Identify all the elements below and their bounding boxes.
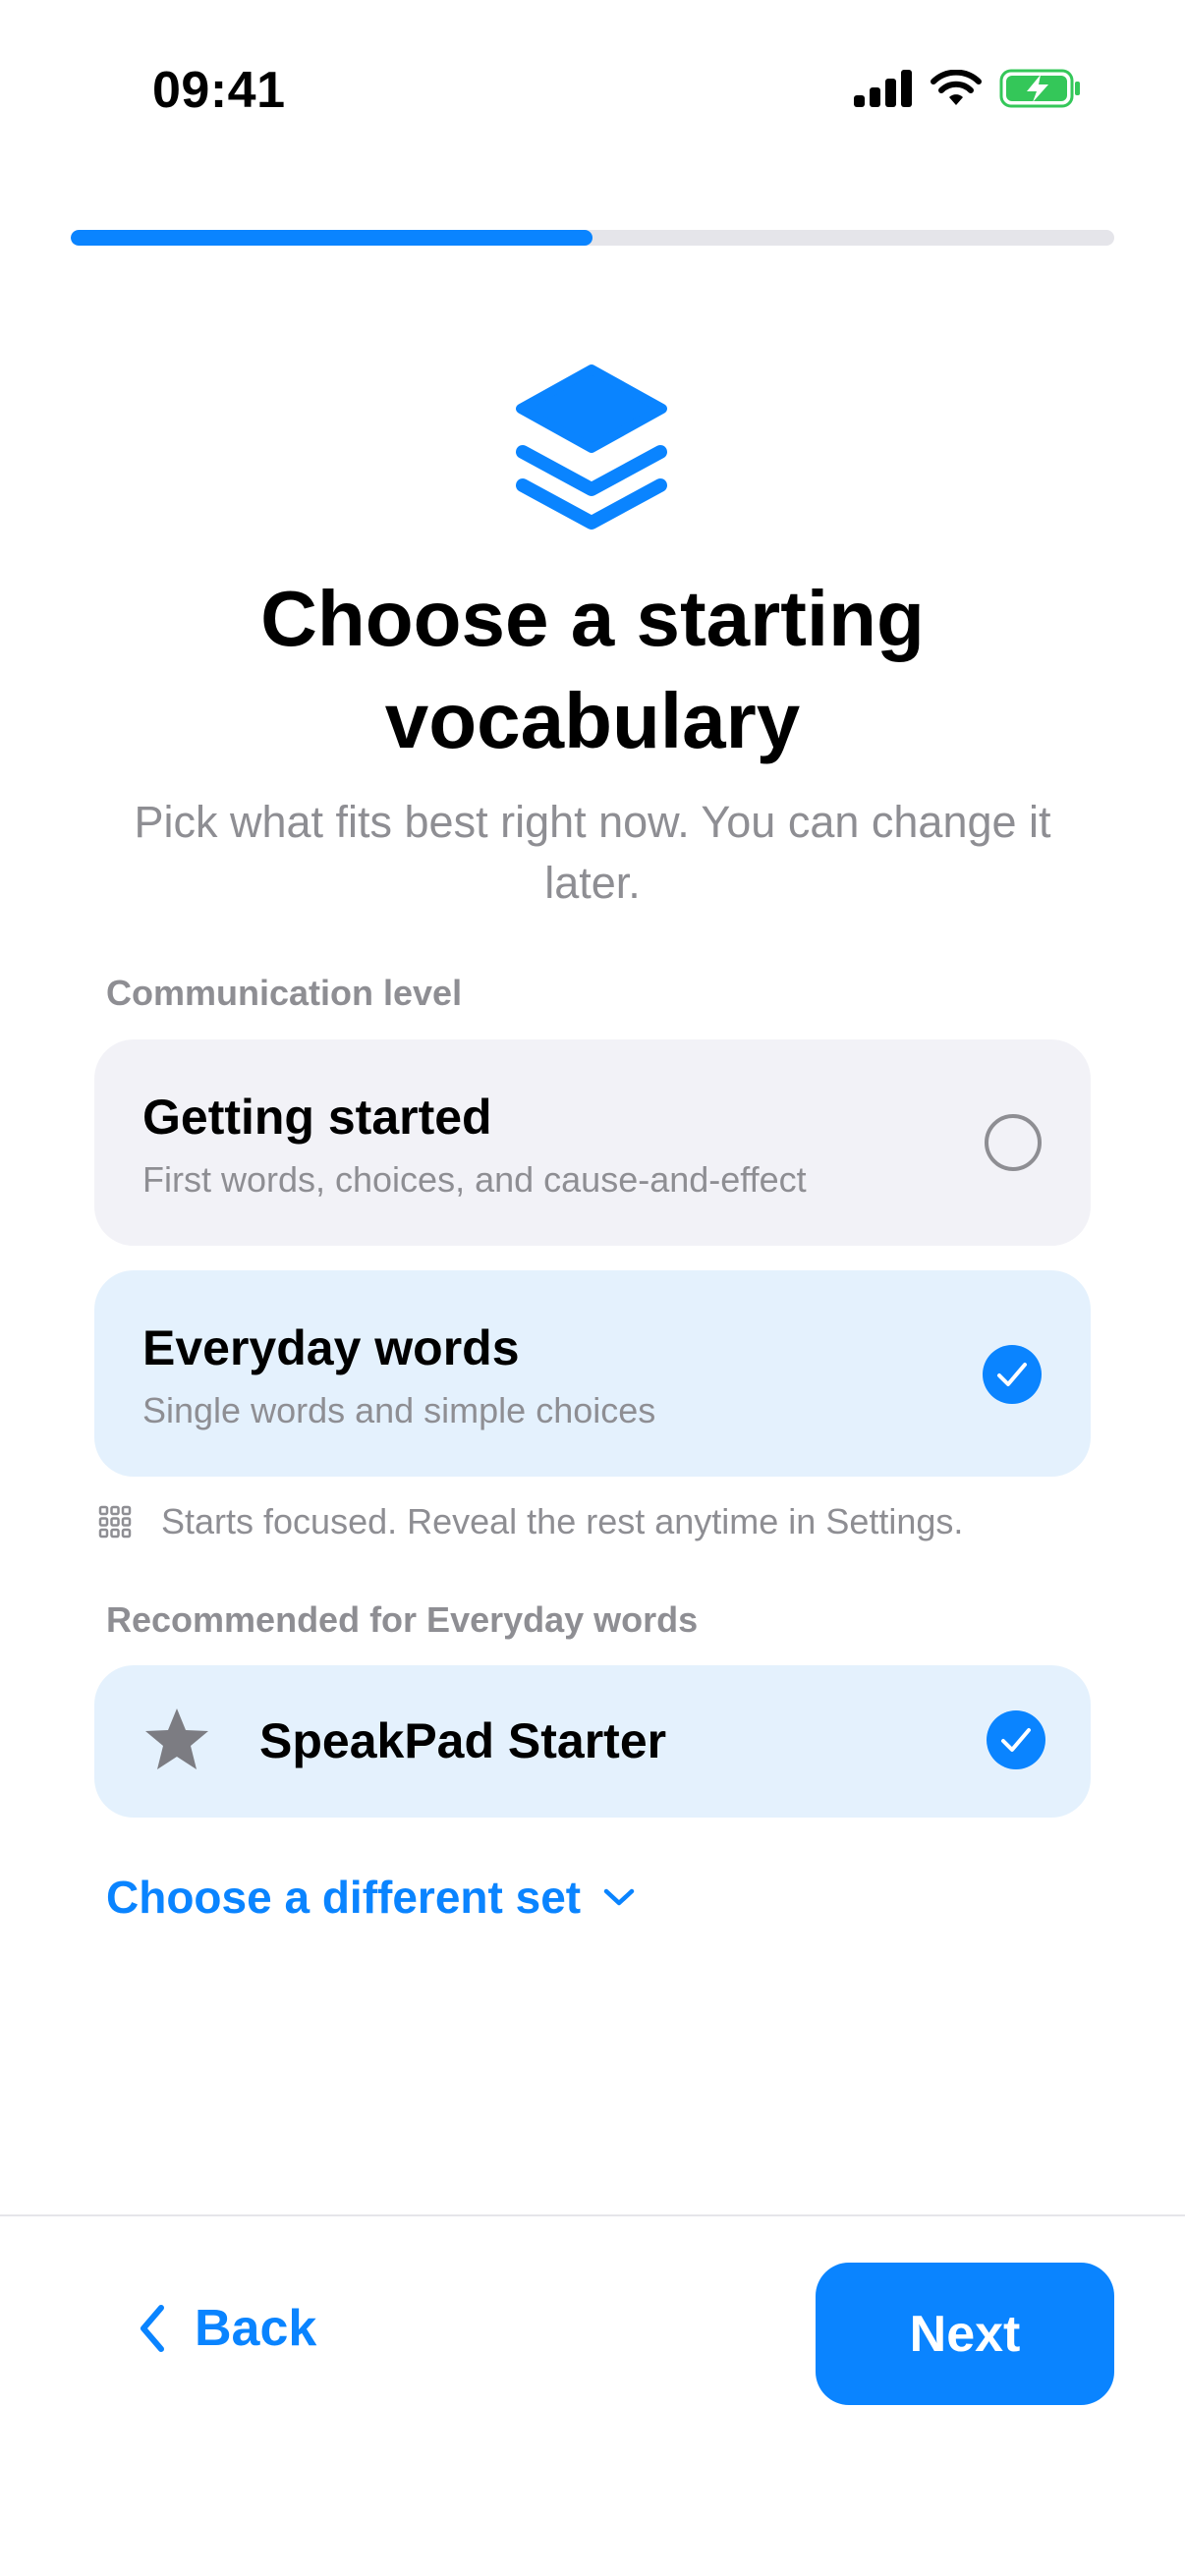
hint-row: Starts focused. Reveal the rest anytime … xyxy=(98,1501,963,1542)
back-button-label: Back xyxy=(195,2300,317,2357)
recommended-set-title: SpeakPad Starter xyxy=(259,1713,667,1768)
status-icons xyxy=(854,69,1082,108)
chevron-down-icon xyxy=(603,1888,635,1906)
star-icon xyxy=(145,1708,208,1769)
hint-text: Starts focused. Reveal the rest anytime … xyxy=(161,1501,964,1541)
signal-icon xyxy=(854,70,912,107)
option-title: Getting started xyxy=(142,1090,492,1145)
option-description: Single words and simple choices xyxy=(142,1390,656,1430)
back-button[interactable]: Back xyxy=(138,2299,316,2358)
progress-fill xyxy=(71,230,592,246)
chevron-left-icon xyxy=(141,2305,164,2352)
next-button[interactable]: Next xyxy=(816,2263,1114,2405)
option-description: First words, choices, and cause-and-effe… xyxy=(142,1159,807,1200)
option-title: Everyday words xyxy=(142,1320,520,1375)
status-time: 09:41 xyxy=(152,62,286,119)
page-subtitle: Pick what fits best right now. You can c… xyxy=(134,797,1051,908)
section-label-recommended: Recommended for Everyday words xyxy=(106,1599,699,1640)
grid-icon xyxy=(98,1505,132,1539)
wifi-icon xyxy=(931,70,982,105)
selected-checkmark[interactable] xyxy=(987,1710,1045,1769)
option-everyday-words[interactable]: Everyday words Single words and simple c… xyxy=(94,1270,1091,1477)
choose-different-set-link[interactable]: Choose a different set xyxy=(106,1871,636,1924)
recommended-set-item[interactable]: SpeakPad Starter xyxy=(94,1665,1091,1818)
progress-bar xyxy=(71,230,1114,246)
section-label-communication: Communication level xyxy=(106,973,463,1013)
battery-charging-icon xyxy=(999,69,1080,108)
choose-different-set-label: Choose a different set xyxy=(106,1872,582,1923)
checkmark-icon xyxy=(1001,1728,1031,1752)
stack-layers-icon xyxy=(516,364,667,530)
radio-unselected[interactable] xyxy=(985,1114,1042,1171)
radio-selected[interactable] xyxy=(983,1345,1042,1404)
footer-divider xyxy=(0,2214,1185,2216)
checkmark-icon xyxy=(997,1363,1027,1386)
page-title: Choose a starting vocabulary xyxy=(260,575,925,764)
option-getting-started[interactable]: Getting started First words, choices, an… xyxy=(94,1039,1091,1246)
